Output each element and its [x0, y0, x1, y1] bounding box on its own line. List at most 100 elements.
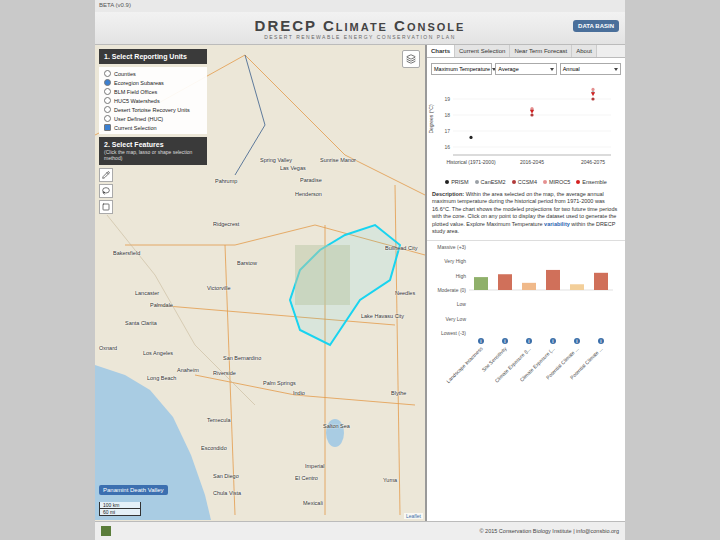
info-icon[interactable]: [574, 338, 580, 344]
bar[interactable]: [498, 274, 512, 290]
tab[interactable]: Current Selection: [455, 45, 510, 57]
map-label: Santa Clarita: [125, 320, 157, 326]
legend-dot: [543, 180, 547, 184]
beta-label: BETA (v0.9): [95, 0, 625, 12]
map-label: Victorville: [207, 285, 230, 291]
svg-text:i: i: [576, 339, 577, 344]
data-point[interactable]: [530, 113, 533, 116]
legend-item[interactable]: CCSM4: [512, 179, 537, 185]
unit-option[interactable]: BLM Field Offices: [104, 88, 202, 95]
svg-text:i: i: [528, 339, 529, 344]
right-panel: ChartsCurrent SelectionNear Term Forecas…: [425, 45, 625, 521]
layers-icon: [406, 54, 416, 64]
map-label: Mexicali: [303, 500, 323, 506]
map-label: Imperial: [305, 463, 325, 469]
unit-option[interactable]: User Defined (HUC): [104, 115, 202, 122]
legend-item[interactable]: PRISM: [445, 179, 468, 185]
map-label: Temecula: [207, 417, 231, 423]
bar[interactable]: [546, 269, 560, 289]
scale-line: 60 mi: [99, 509, 141, 516]
scale-bar: 100 km60 mi: [99, 502, 141, 516]
unit-option[interactable]: Desert Tortoise Recovery Units: [104, 106, 202, 113]
svg-text:Degrees (°C): Degrees (°C): [428, 104, 434, 134]
unit-list: Counties Ecoregion Subareas BLM Field Offi…: [99, 67, 207, 134]
data-point[interactable]: [591, 97, 594, 100]
data-basin-logo[interactable]: DATA BASIN: [573, 20, 619, 32]
legend-item[interactable]: MIROC5: [543, 179, 570, 185]
radio[interactable]: [104, 115, 111, 122]
data-point[interactable]: [591, 92, 595, 96]
data-point[interactable]: [530, 110, 534, 114]
legend-item[interactable]: Ensemble: [576, 179, 606, 185]
unit-option[interactable]: Ecoregion Subareas: [104, 79, 202, 86]
map[interactable]: Las VegasParadiseHendersonSpring ValleyS…: [95, 45, 425, 521]
radio[interactable]: [104, 97, 111, 104]
svg-text:Low: Low: [457, 301, 467, 307]
square-icon: [102, 203, 110, 211]
map-label: Bakersfield: [113, 250, 140, 256]
info-icon[interactable]: [502, 338, 508, 344]
radio[interactable]: [104, 79, 111, 86]
attribution[interactable]: Leaflet: [404, 513, 423, 519]
header: DRECP Climate ConsoleDESERT RENEWABLE EN…: [95, 12, 625, 45]
scatter-chart: Degrees (°C)16171819Historical (1971-200…: [427, 77, 617, 177]
info-icon[interactable]: [550, 338, 556, 344]
dropdown[interactable]: Annual: [560, 63, 621, 75]
tab[interactable]: Near Term Forecast: [510, 45, 572, 57]
info-icon[interactable]: [478, 338, 484, 344]
dropdown[interactable]: Average: [495, 63, 556, 75]
map-label: Palm Springs: [263, 380, 296, 386]
info-icon[interactable]: [526, 338, 532, 344]
caret-icon: [550, 68, 554, 71]
lasso-icon: [102, 187, 110, 195]
data-point[interactable]: [591, 88, 594, 91]
selection-panel: 1. Select Reporting UnitsCountiesEcoregi…: [99, 49, 207, 214]
variability-link[interactable]: variability: [544, 221, 570, 227]
current-selection-option[interactable]: Current Selection: [104, 124, 202, 131]
layers-button[interactable]: [402, 50, 420, 68]
info-icon[interactable]: [598, 338, 604, 344]
map-label: Salton Sea: [323, 423, 350, 429]
radio[interactable]: [104, 106, 111, 113]
svg-text:Very Low: Very Low: [445, 315, 466, 321]
map-label: Henderson: [295, 191, 322, 197]
data-point[interactable]: [530, 107, 533, 110]
tab[interactable]: Charts: [427, 45, 455, 57]
bar[interactable]: [594, 272, 608, 289]
data-point[interactable]: [469, 136, 472, 139]
map-label: Oxnard: [99, 345, 117, 351]
control-row: Maximum TemperatureAverage Annual: [427, 58, 625, 77]
tool-button[interactable]: [99, 184, 113, 198]
selection-label: Panamint Death Valley: [99, 485, 168, 495]
svg-text:Moderate (0): Moderate (0): [437, 287, 466, 293]
title-block: DRECP Climate ConsoleDESERT RENEWABLE EN…: [255, 17, 466, 40]
tab[interactable]: About: [572, 45, 597, 57]
svg-text:19: 19: [444, 96, 450, 102]
map-label: Las Vegas: [280, 165, 306, 171]
unit-option[interactable]: HUC5 Watersheds: [104, 97, 202, 104]
radio[interactable]: [104, 88, 111, 95]
map-label: Anaheim: [177, 367, 199, 373]
bar[interactable]: [570, 284, 584, 290]
map-label: El Centro: [295, 475, 318, 481]
legend-item[interactable]: CanESM2: [475, 179, 506, 185]
radio[interactable]: [104, 70, 111, 77]
map-label: Spring Valley: [260, 157, 292, 163]
footer: © 2015 Conservation Biology Institute | …: [95, 521, 625, 540]
tool-button[interactable]: [99, 168, 113, 182]
map-label: Palmdale: [150, 302, 173, 308]
step-header: 2. Select Features(Click the map, lasso …: [99, 137, 207, 165]
legend-dot: [445, 180, 449, 184]
svg-text:Historical (1971-2000): Historical (1971-2000): [446, 159, 496, 165]
dropdown[interactable]: Maximum Temperature: [431, 63, 492, 75]
unit-option[interactable]: Counties: [104, 70, 202, 77]
bar[interactable]: [522, 282, 536, 289]
tool-button[interactable]: [99, 200, 113, 214]
selected-area[interactable]: [290, 225, 400, 345]
bar[interactable]: [474, 277, 488, 290]
svg-text:Massive (+3): Massive (+3): [437, 244, 466, 250]
checkbox[interactable]: [104, 124, 111, 131]
caret-icon: [614, 68, 618, 71]
svg-text:Very High: Very High: [444, 258, 466, 264]
legend-dot: [475, 180, 479, 184]
